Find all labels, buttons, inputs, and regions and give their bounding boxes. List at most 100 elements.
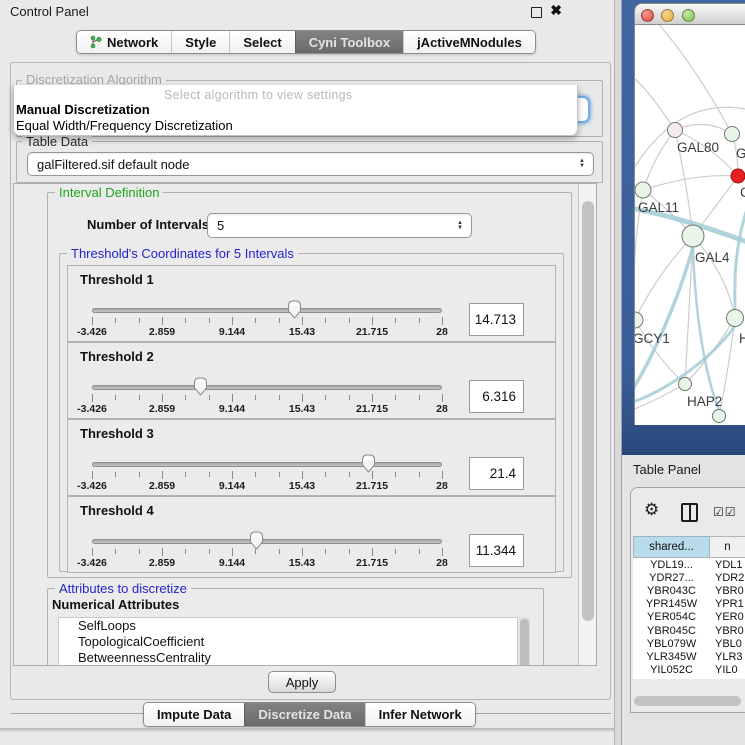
table-panel-body: ⚙ ☑☑ shared... n YDL19...YDL1YDR27...YDR… xyxy=(630,487,745,713)
tab-network[interactable]: Network xyxy=(77,31,171,53)
threshold-value-field[interactable]: 14.713 xyxy=(469,303,524,336)
threshold-slider-track[interactable] xyxy=(92,385,442,390)
table-data-value: galFiltered.sif default node xyxy=(37,157,189,172)
table-row[interactable]: YDR27...YDR2 xyxy=(633,571,745,584)
interval-definition-group: Interval Definition Number of Intervals … xyxy=(47,192,572,578)
network-graph: GAL80GACGAL11GAL4GCY1HHAP2 xyxy=(635,25,745,425)
table-row[interactable]: YLR345WYLR3 xyxy=(633,650,745,663)
minimize-traffic-light-icon[interactable] xyxy=(661,9,674,22)
network-node-gcy1[interactable] xyxy=(635,312,643,328)
network-node-c[interactable] xyxy=(731,169,745,183)
table-row[interactable]: YBL079WYBL0 xyxy=(633,637,745,650)
table-data-combobox[interactable]: galFiltered.sif default node ▲▼ xyxy=(27,152,594,176)
gear-icon[interactable]: ⚙ xyxy=(644,501,659,518)
network-edge-highlighted[interactable] xyxy=(735,200,745,310)
tab-label: Select xyxy=(243,35,281,50)
attributes-list[interactable]: SelfLoopsTopologicalCoefficientBetweenne… xyxy=(58,617,518,666)
table-row[interactable]: YBR043CYBR0 xyxy=(633,584,745,597)
tab-infer-network[interactable]: Infer Network xyxy=(365,703,475,726)
attribute-list-item[interactable]: SelfLoops xyxy=(59,618,517,634)
group-title: Threshold's Coordinates for 5 Intervals xyxy=(67,246,298,261)
network-window[interactable]: GAL80GACGAL11GAL4GCY1HHAP2 xyxy=(634,3,745,425)
column-checkbox-icons[interactable]: ☑☑ xyxy=(713,505,737,519)
cell-name: YBL0 xyxy=(710,638,745,650)
table-row[interactable]: YER054CYER0 xyxy=(633,611,745,624)
column-header-shared-name[interactable]: shared... xyxy=(633,536,710,558)
bottom-separator xyxy=(0,728,620,730)
apply-button[interactable]: Apply xyxy=(268,671,336,693)
table-row[interactable]: YDL19...YDL1 xyxy=(633,558,745,571)
network-desktop: GAL80GACGAL11GAL4GCY1HHAP2 xyxy=(622,0,745,455)
tab-cyni-toolbox[interactable]: Cyni Toolbox xyxy=(295,31,403,53)
network-node-gal11[interactable] xyxy=(635,182,651,198)
network-edge[interactable] xyxy=(685,318,735,384)
threshold-value-field[interactable]: 11.344 xyxy=(469,534,524,567)
settings-scrollbar[interactable] xyxy=(578,184,596,666)
network-edge[interactable] xyxy=(693,236,735,318)
network-node-gal80[interactable] xyxy=(668,123,683,138)
network-window-titlebar[interactable] xyxy=(634,3,745,25)
table-row[interactable]: YBR045CYBR0 xyxy=(633,624,745,637)
column-layout-icon[interactable] xyxy=(681,503,698,522)
network-canvas[interactable]: GAL80GACGAL11GAL4GCY1HHAP2 xyxy=(634,25,745,425)
table-row[interactable]: YIL052CYIL0 xyxy=(633,664,745,677)
threshold-slider-track[interactable] xyxy=(92,308,442,313)
cell-shared-name: YER054C xyxy=(633,611,710,623)
cell-shared-name: YBR045C xyxy=(633,625,710,637)
column-header-name[interactable]: n xyxy=(710,536,745,558)
network-node-label: HAP2 xyxy=(687,394,722,409)
threshold-slider-track[interactable] xyxy=(92,462,442,467)
network-edge[interactable] xyxy=(635,75,675,130)
cell-name: YPR1 xyxy=(710,598,745,610)
tab-label: Discretize Data xyxy=(258,707,351,722)
threshold-value-field[interactable]: 6.316 xyxy=(469,380,524,413)
threshold-1-row: Threshold 1-3.4262.8599.14415.4321.71528… xyxy=(67,265,556,342)
tab-impute-data[interactable]: Impute Data xyxy=(144,703,244,726)
tab-select[interactable]: Select xyxy=(229,31,294,53)
network-node-ga[interactable] xyxy=(725,127,740,142)
table-panel: Table Panel ⚙ ☑☑ shared... n YDL19...YDL… xyxy=(622,455,745,745)
network-node-gal4[interactable] xyxy=(682,225,704,247)
table-hscrollbar-thumb[interactable] xyxy=(634,696,741,706)
threshold-slider-track[interactable] xyxy=(92,539,442,544)
node-attribute-table: shared... n YDL19...YDL1YDR27...YDR2YBR0… xyxy=(633,536,745,679)
panel-split-divider[interactable] xyxy=(614,0,622,745)
threshold-label: Threshold 1 xyxy=(80,272,154,287)
number-of-intervals-combobox[interactable]: 5 ▲▼ xyxy=(207,213,472,238)
network-edge[interactable] xyxy=(643,176,738,190)
maximize-traffic-light-icon[interactable] xyxy=(682,9,695,22)
number-of-intervals-label: Number of Intervals xyxy=(87,217,209,232)
attribute-list-item[interactable]: BetweennessCentrality xyxy=(59,650,517,666)
tab-label: Cyni Toolbox xyxy=(309,35,390,50)
tab-label: jActiveMNodules xyxy=(417,35,522,50)
close-traffic-light-icon[interactable] xyxy=(641,9,654,22)
tab-discretize-data[interactable]: Discretize Data xyxy=(244,703,364,726)
thresholds-group: Threshold's Coordinates for 5 Intervals … xyxy=(59,253,564,572)
attribute-list-item[interactable]: TopologicalCoefficient xyxy=(59,634,517,650)
table-row[interactable]: YPR145WYPR1 xyxy=(633,598,745,611)
cell-shared-name: YBR043C xyxy=(633,585,710,597)
network-edge[interactable] xyxy=(675,124,732,134)
network-edge[interactable] xyxy=(643,130,675,190)
float-window-icon[interactable] xyxy=(531,7,542,18)
table-data-group: Table Data galFiltered.sif default node … xyxy=(16,141,603,183)
network-node-h[interactable] xyxy=(727,310,744,327)
slider-tick-labels: -3.4262.8599.14415.4321.71528 xyxy=(92,480,442,492)
cyni-mode-tabs: Impute Data Discretize Data Infer Network xyxy=(143,702,476,727)
network-node-hap2[interactable] xyxy=(679,378,692,391)
close-icon[interactable]: ✖ xyxy=(550,2,562,19)
tab-style[interactable]: Style xyxy=(171,31,229,53)
threshold-value-field[interactable]: 21.4 xyxy=(469,457,524,490)
control-panel-tabs: Network Style Select Cyni Toolbox jActiveMNo… xyxy=(76,30,536,54)
network-edge-highlighted[interactable] xyxy=(693,247,719,410)
algorithm-option-manual[interactable]: Manual Discretization xyxy=(16,102,150,117)
attributes-list-scrollbar[interactable] xyxy=(519,617,530,666)
network-node-label: H xyxy=(739,331,745,346)
tab-label: Style xyxy=(185,35,216,50)
tab-jactivemnodules[interactable]: jActiveMNodules xyxy=(403,31,535,53)
algorithm-option-equal-width[interactable]: Equal Width/Frequency Discretization xyxy=(16,118,233,133)
network-node[interactable] xyxy=(713,410,726,423)
combo-stepper-icon: ▲▼ xyxy=(457,221,463,231)
settings-scrollbar-thumb[interactable] xyxy=(582,201,594,621)
panel-title: Control Panel xyxy=(10,4,89,19)
